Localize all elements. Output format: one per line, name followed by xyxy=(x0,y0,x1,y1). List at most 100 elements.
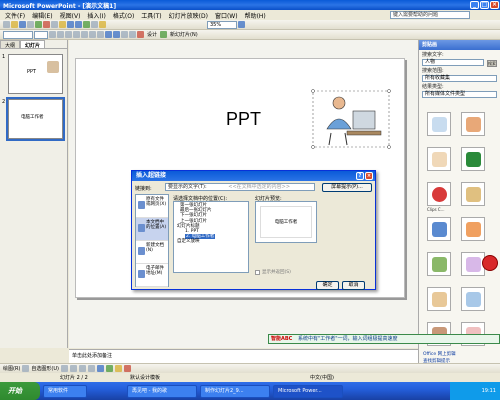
clipart-result[interactable] xyxy=(427,287,451,311)
tab-slides[interactable]: 幻灯片 xyxy=(20,40,46,49)
menu-insert[interactable]: 插入(I) xyxy=(84,11,108,20)
design-button[interactable]: 设计 xyxy=(145,31,159,38)
menu-file[interactable]: 文件(F) xyxy=(2,11,28,20)
screentip-button[interactable]: 屏幕提示(P)... xyxy=(322,183,372,192)
clipart-result[interactable] xyxy=(427,252,451,276)
bullets-icon[interactable] xyxy=(113,31,120,38)
taskbar-item[interactable]: 再见吧 - 我的歌 xyxy=(127,384,197,398)
print-icon[interactable] xyxy=(27,21,34,28)
taskbar-item-active[interactable]: Microsoft Power... xyxy=(273,384,343,398)
office-online-link[interactable]: Office 网上剪辑 xyxy=(423,351,456,357)
font-color-icon[interactable] xyxy=(137,31,144,38)
paste-icon[interactable] xyxy=(59,21,66,28)
textbox-icon[interactable] xyxy=(96,365,104,372)
align-left-icon[interactable] xyxy=(81,31,88,38)
display-text-input[interactable]: 要显示的文字(T): <<在文档中选定的内容>> xyxy=(165,183,315,191)
document-place-tree[interactable]: 第一张幻灯片 最后一张幻灯片 下一张幻灯片 上一张幻灯片 幻灯片标题 1. PP… xyxy=(173,201,249,273)
menu-edit[interactable]: 编辑(E) xyxy=(29,11,55,20)
undo-icon[interactable] xyxy=(67,21,74,28)
menu-view[interactable]: 视图(V) xyxy=(57,11,84,20)
menu-format[interactable]: 格式(O) xyxy=(110,11,137,20)
align-center-icon[interactable] xyxy=(89,31,96,38)
slide-thumbnail-selected[interactable]: 电脑工作者 xyxy=(6,97,65,141)
tree-item[interactable]: 自定义放映 xyxy=(176,239,246,244)
help-search-input[interactable]: 键入需要帮助的问题 xyxy=(390,11,470,19)
chart-icon[interactable] xyxy=(83,21,90,28)
numbering-icon[interactable] xyxy=(105,31,112,38)
menu-tools[interactable]: 工具(T) xyxy=(138,11,164,20)
place-email[interactable]: 电子邮件地址(M) xyxy=(136,264,168,287)
clipart-result[interactable] xyxy=(427,112,451,136)
start-button[interactable]: 开始 xyxy=(0,382,40,400)
clipart-result[interactable] xyxy=(427,147,451,171)
search-input[interactable]: 人物 xyxy=(422,59,484,66)
save-icon[interactable] xyxy=(19,21,26,28)
shadow-icon[interactable] xyxy=(73,31,80,38)
tab-outline[interactable]: 大纲 xyxy=(0,40,21,49)
dialog-help-button[interactable]: ? xyxy=(356,172,364,180)
increase-font-icon[interactable] xyxy=(121,31,128,38)
clipart-result[interactable] xyxy=(461,112,485,136)
slide-thumbnail[interactable]: PPT xyxy=(8,54,63,94)
autoshapes-menu[interactable]: 自选图形(U) xyxy=(31,365,59,372)
new-slide-button[interactable]: 新幻灯片(N) xyxy=(168,31,200,38)
redo-icon[interactable] xyxy=(75,21,82,28)
clipart-result[interactable] xyxy=(461,287,485,311)
zoom-combo[interactable]: 35% xyxy=(207,20,237,29)
cut-icon[interactable] xyxy=(43,21,50,28)
office-worker-clipart[interactable] xyxy=(311,89,391,149)
show-and-return-checkbox[interactable]: 显示并返回(S) xyxy=(255,269,291,275)
notes-pane[interactable]: 单击此处添加备注 xyxy=(69,349,418,363)
table-icon[interactable] xyxy=(91,21,98,28)
align-right-icon[interactable] xyxy=(97,31,104,38)
wordart-icon[interactable] xyxy=(105,365,113,372)
clipart-result[interactable] xyxy=(461,147,485,171)
menu-window[interactable]: 窗口(W) xyxy=(212,11,241,20)
type-select[interactable]: 所有媒体文件类型 xyxy=(422,91,497,98)
range-select[interactable]: 所有收藏集 xyxy=(422,75,497,82)
new-icon[interactable] xyxy=(3,21,10,28)
ime-hint-bar: 智能ABC 系统中有"工作者"一词，输入词组极提高速度 xyxy=(268,334,500,344)
clipart-result[interactable] xyxy=(461,182,485,206)
dialog-close-button[interactable]: × xyxy=(365,172,373,180)
slide-title[interactable]: PPT xyxy=(226,109,261,130)
taskbar-item[interactable]: 制作幻灯片2_9... xyxy=(200,384,270,398)
underline-icon[interactable] xyxy=(65,31,72,38)
cancel-button[interactable]: 取消 xyxy=(342,281,365,290)
close-button[interactable]: × xyxy=(490,1,499,9)
italic-icon[interactable] xyxy=(57,31,64,38)
maximize-button[interactable]: □ xyxy=(480,1,489,9)
spelling-icon[interactable] xyxy=(35,21,42,28)
rectangle-icon[interactable] xyxy=(78,365,86,372)
place-this-document[interactable]: 本文档中的位置(A) xyxy=(136,218,168,241)
oval-icon[interactable] xyxy=(87,365,95,372)
font-combo[interactable] xyxy=(3,30,33,39)
new-slide-icon[interactable] xyxy=(160,31,168,38)
select-arrow-icon[interactable] xyxy=(22,365,30,372)
draw-menu[interactable]: 绘图(R) xyxy=(3,365,20,372)
copy-icon[interactable] xyxy=(51,21,58,28)
taskbar-item[interactable]: 常用软件 xyxy=(43,384,87,398)
decrease-font-icon[interactable] xyxy=(129,31,136,38)
ok-button[interactable]: 确定 xyxy=(316,281,339,290)
line-icon[interactable] xyxy=(60,365,68,372)
clipart-result[interactable] xyxy=(461,217,485,241)
thumbnail-title: PPT xyxy=(27,69,37,75)
font-size-combo[interactable] xyxy=(34,30,48,39)
fill-color-icon[interactable] xyxy=(114,365,122,372)
line-color-icon[interactable] xyxy=(123,365,131,372)
search-go-button[interactable]: 搜索 xyxy=(487,60,497,67)
place-existing-file[interactable]: 原有文件或网页(X) xyxy=(136,195,168,218)
hyperlink-icon[interactable] xyxy=(99,21,106,28)
minimize-button[interactable]: _ xyxy=(470,1,479,9)
menu-help[interactable]: 帮助(H) xyxy=(242,11,269,20)
place-new-document[interactable]: 新建文档(N) xyxy=(136,241,168,264)
open-icon[interactable] xyxy=(11,21,18,28)
menu-slideshow[interactable]: 幻灯片放映(D) xyxy=(166,11,211,20)
clipart-result[interactable] xyxy=(427,217,451,241)
help-icon[interactable] xyxy=(238,21,245,28)
bold-icon[interactable] xyxy=(49,31,56,38)
floating-ball-icon[interactable] xyxy=(482,255,498,271)
arrow-icon[interactable] xyxy=(69,365,77,372)
clipart-result[interactable] xyxy=(427,182,451,206)
